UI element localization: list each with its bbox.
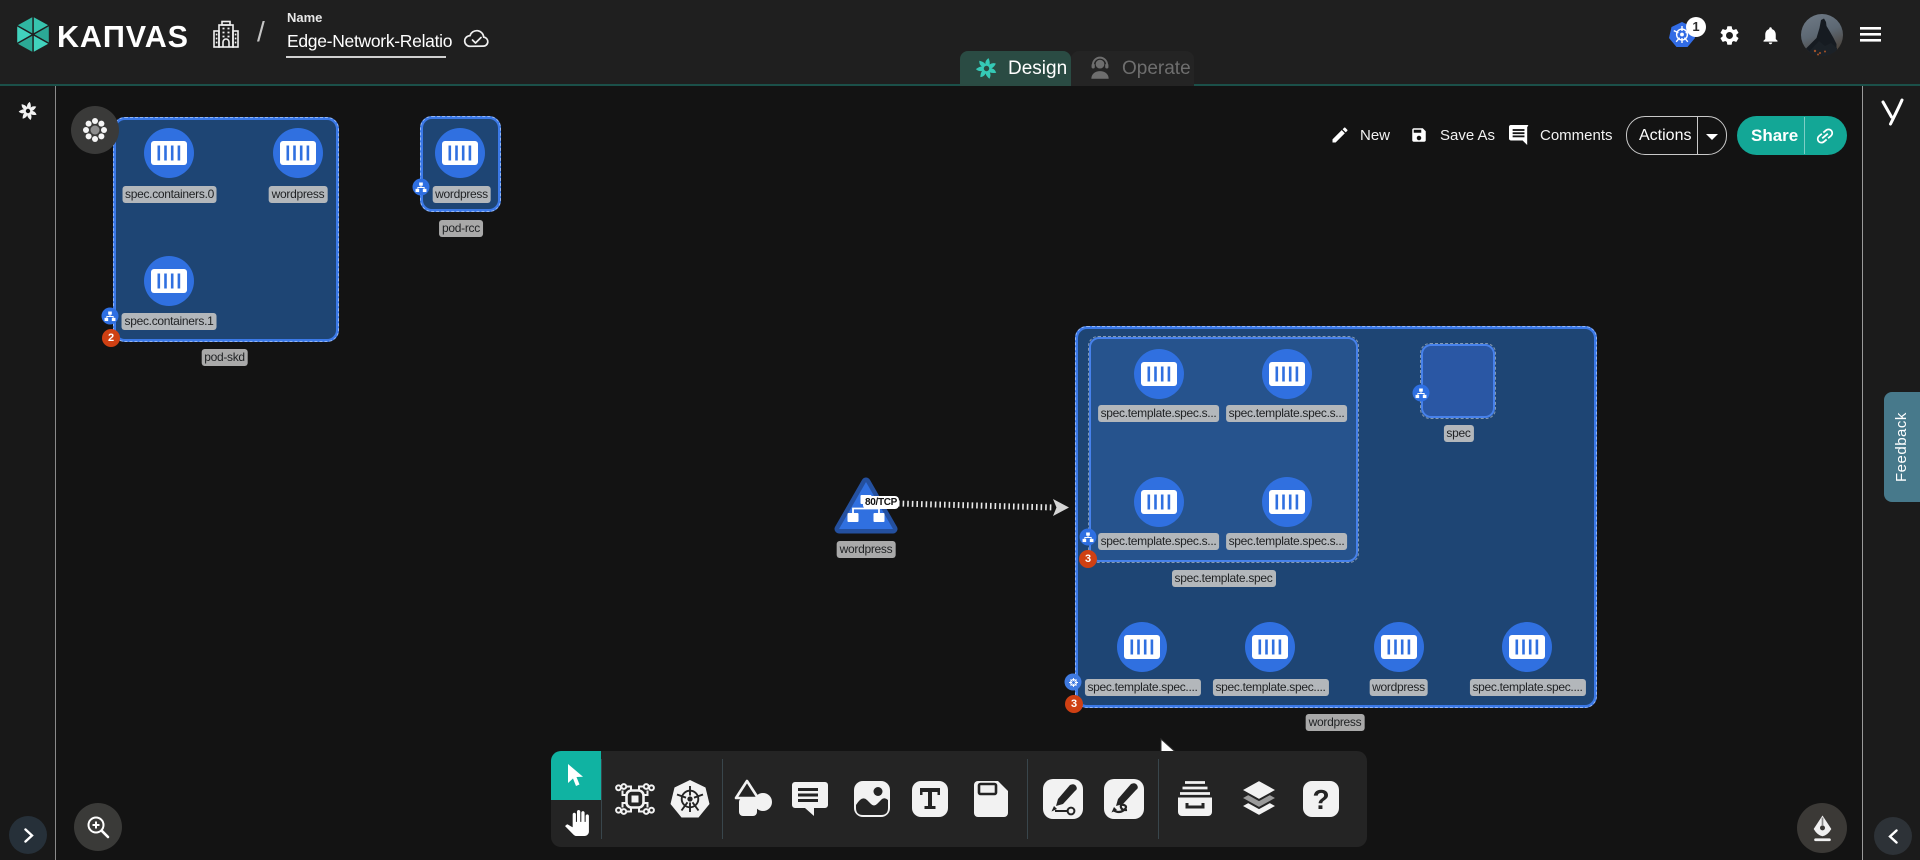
svg-text:?: ? [1312,784,1329,815]
